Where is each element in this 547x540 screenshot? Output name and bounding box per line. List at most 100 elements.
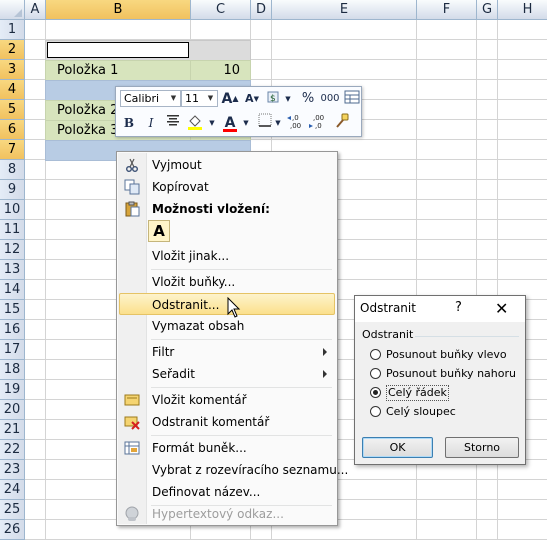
menu-item-define-name[interactable]: Definovat název... [119, 481, 335, 503]
copy-icon [124, 179, 140, 195]
radio-entire-row[interactable]: Celý řádek [370, 384, 520, 402]
menu-item-label: Vložit komentář [152, 393, 247, 407]
row-header-4[interactable]: 4 [0, 80, 25, 100]
row-header-6[interactable]: 6 [0, 120, 25, 140]
select-all-corner[interactable] [0, 0, 25, 20]
menu-item-format-cells[interactable]: Formát buněk... [119, 437, 335, 459]
comma-style-button[interactable]: 000 [320, 89, 340, 109]
chevron-down-icon[interactable]: ▼ [268, 113, 288, 133]
menu-item-delete-comment[interactable]: Odstranit komentář [119, 411, 335, 433]
row-header-20[interactable]: 20 [0, 400, 25, 420]
row-header-5[interactable]: 5 [0, 100, 25, 120]
row-header-16[interactable]: 16 [0, 320, 25, 340]
row-header-8[interactable]: 8 [0, 160, 25, 180]
row-header-26[interactable]: 26 [0, 520, 25, 540]
mouse-cursor-icon [227, 297, 241, 318]
radio-button-selected[interactable] [370, 387, 381, 398]
align-center-icon [167, 115, 179, 126]
column-header-b[interactable]: B [46, 0, 191, 20]
column-header-c[interactable]: C [191, 0, 251, 20]
menu-item-cut[interactable]: Vyjmout [119, 154, 335, 176]
row-header-13[interactable]: 13 [0, 260, 25, 280]
row-header-24[interactable]: 24 [0, 480, 25, 500]
row-header-10[interactable]: 10 [0, 200, 25, 220]
increase-decimal-button[interactable]: ,0,00 [286, 113, 306, 133]
menu-item-label: Vyjmout [152, 158, 202, 172]
column-header-e[interactable]: E [272, 0, 417, 20]
row-header-25[interactable]: 25 [0, 500, 25, 520]
font-size-combo[interactable]: 11 ▼ [181, 90, 218, 107]
format-painter-button[interactable] [332, 113, 352, 133]
radio-button[interactable] [370, 349, 381, 360]
column-header-a[interactable]: A [25, 0, 46, 20]
font-name-combo[interactable]: Calibri ▼ [120, 90, 181, 107]
cell-b3[interactable]: Položka 1 [45, 60, 191, 81]
grow-font-button[interactable]: A▲ [220, 89, 240, 109]
chevron-down-icon[interactable]: ▼ [205, 92, 216, 105]
menu-item-insert-cells[interactable]: Vložit buňky... [119, 271, 335, 293]
row-header-9[interactable]: 9 [0, 180, 25, 200]
row-header-2[interactable]: 2 [0, 40, 25, 60]
close-icon[interactable]: ✕ [495, 299, 508, 318]
cell-b2-active[interactable] [47, 42, 189, 58]
percent-style-button[interactable]: % [298, 89, 318, 109]
column-header-f[interactable]: F [417, 0, 477, 20]
radio-shift-up[interactable]: Posunout buňky nahoru [370, 365, 520, 383]
column-header-d[interactable]: D [251, 0, 272, 20]
row-header-12[interactable]: 12 [0, 240, 25, 260]
menu-item-copy[interactable]: Kopírovat [119, 176, 335, 198]
column-header-h[interactable]: H [498, 0, 547, 20]
paste-keep-formatting-button[interactable]: A [148, 220, 170, 242]
column-header-g[interactable]: G [477, 0, 498, 20]
menu-separator [151, 435, 332, 436]
radio-label: Celý sloupec [386, 405, 456, 418]
paintbrush-icon [336, 113, 349, 128]
row-header-19[interactable]: 19 [0, 380, 25, 400]
menu-item-pick-from-list[interactable]: Vybrat z rozevíracího seznamu... [119, 459, 348, 481]
center-align-button[interactable] [163, 113, 183, 133]
row-header-3[interactable]: 3 [0, 60, 25, 80]
chevron-down-icon[interactable]: ▼ [236, 113, 256, 133]
row-header-18[interactable]: 18 [0, 360, 25, 380]
row-header-1[interactable]: 1 [0, 20, 25, 40]
row-header-7[interactable]: 7 [0, 140, 25, 160]
row-header-14[interactable]: 14 [0, 280, 25, 300]
row-header-15[interactable]: 15 [0, 300, 25, 320]
row-header-22[interactable]: 22 [0, 440, 25, 460]
menu-item-label: Odstranit komentář [152, 415, 270, 429]
chevron-down-icon[interactable]: ▼ [278, 89, 298, 109]
format-painter-grid-button[interactable] [342, 89, 362, 109]
decrease-decimal-button[interactable]: ,00,0 [308, 113, 328, 133]
radio-label: Posunout buňky nahoru [386, 367, 516, 380]
radio-shift-left[interactable]: Posunout buňky vlevo [370, 346, 520, 364]
hyperlink-icon [125, 506, 139, 521]
menu-separator [151, 269, 332, 270]
cell-text: Položka 3 [57, 123, 119, 138]
radio-label: Celý řádek [386, 385, 449, 401]
radio-button[interactable] [370, 406, 381, 417]
menu-item-hyperlink: Hypertextový odkaz... [119, 503, 335, 525]
cell-c3[interactable]: 10 [190, 60, 251, 81]
ok-button[interactable]: OK [362, 437, 433, 458]
delete-dialog: Odstranit ? ✕ Odstranit Posunout buňky v… [354, 295, 526, 465]
help-button[interactable]: ? [455, 300, 462, 315]
row-header-17[interactable]: 17 [0, 340, 25, 360]
chevron-down-icon[interactable]: ▼ [202, 113, 222, 133]
menu-item-label: Odstranit... [152, 298, 220, 312]
row-header-21[interactable]: 21 [0, 420, 25, 440]
menu-item-sort[interactable]: Seřadit [119, 363, 335, 385]
menu-item-filter[interactable]: Filtr [119, 341, 335, 363]
menu-item-insert-comment[interactable]: Vložit komentář [119, 389, 335, 411]
shrink-font-button[interactable]: A▼ [242, 89, 262, 109]
group-divider [415, 336, 519, 337]
row-header-11[interactable]: 11 [0, 220, 25, 240]
menu-item-label: Definovat název... [152, 485, 261, 499]
bold-button[interactable]: B [119, 113, 139, 133]
italic-button[interactable]: I [141, 113, 161, 133]
cancel-button[interactable]: Storno [445, 437, 519, 458]
radio-button[interactable] [370, 368, 381, 379]
menu-item-paste-special[interactable]: Vložit jinak... [119, 245, 335, 267]
chevron-down-icon[interactable]: ▼ [168, 92, 179, 105]
row-header-23[interactable]: 23 [0, 460, 25, 480]
radio-entire-column[interactable]: Celý sloupec [370, 403, 520, 421]
